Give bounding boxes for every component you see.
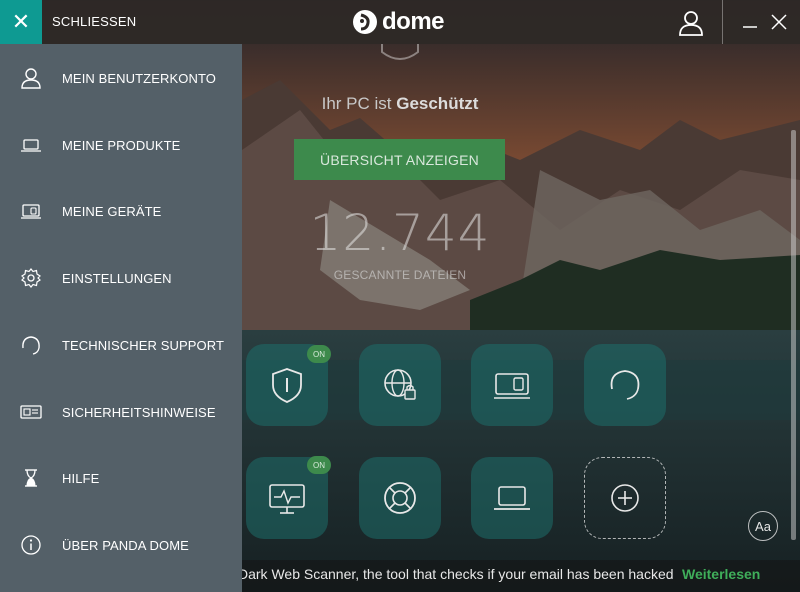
shield-outline-icon [381, 44, 419, 60]
close-icon: ✕ [11, 9, 31, 34]
sidebar-item-label: MEIN BENUTZERKONTO [62, 70, 216, 86]
status-value: Geschützt [396, 94, 479, 113]
gear-icon [21, 268, 41, 288]
window-close-icon[interactable] [770, 12, 788, 32]
support-tile[interactable] [584, 344, 666, 426]
sidebar-item-label: MEINE GERÄTE [62, 203, 162, 219]
panda-dome-logo: dome [352, 8, 445, 36]
headset-icon [22, 336, 40, 355]
shield-icon [272, 368, 302, 403]
scanned-files-count: 12.744 [309, 204, 491, 262]
sidebar-item-label: HILFE [62, 470, 100, 486]
rescue-tile[interactable] [359, 457, 441, 539]
antivirus-on-badge: ON [307, 345, 331, 363]
devices-tile[interactable] [471, 457, 553, 539]
usb-device-icon [494, 373, 530, 399]
sidebar-item-account[interactable]: MEIN BENUTZERKONTO [0, 45, 242, 111]
usb-protection-tile[interactable] [471, 344, 553, 426]
sidebar-item-products[interactable]: MEINE PRODUKTE [0, 112, 242, 178]
close-menu-label[interactable]: SCHLIESSEN [52, 14, 136, 29]
sidebar-item-label: MEINE PRODUKTE [62, 137, 181, 153]
banner-text: Dark Web Scanner, the tool that checks i… [238, 566, 674, 582]
protection-status: Ihr PC ist Geschützt [300, 94, 500, 114]
close-menu-button[interactable]: ✕ [0, 0, 42, 44]
devices-icon [21, 204, 41, 219]
sidebar-item-label: ÜBER PANDA DOME [62, 537, 189, 553]
web-lock-icon [384, 369, 416, 400]
sidebar-item-label: EINSTELLUNGEN [62, 270, 172, 286]
sidebar-item-about[interactable]: ÜBER PANDA DOME [0, 512, 242, 578]
web-protection-tile[interactable] [359, 344, 441, 426]
sidebar-item-settings[interactable]: EINSTELLUNGEN [0, 245, 242, 311]
sidebar-item-devices[interactable]: MEINE GERÄTE [0, 178, 242, 244]
minimize-icon[interactable] [742, 12, 758, 32]
sidebar-item-help[interactable]: HILFE [0, 445, 242, 511]
panda-logo-icon [353, 10, 377, 34]
overview-button[interactable]: ÜBERSICHT ANZEIGEN [294, 139, 505, 180]
font-size-button[interactable]: Aa [748, 511, 778, 541]
lifebuoy-icon [384, 482, 416, 514]
add-feature-tile[interactable] [584, 457, 666, 539]
title-bar-divider [722, 0, 723, 44]
monitor-pulse-icon [269, 484, 305, 514]
sidebar-menu: MEIN BENUTZERKONTO MEINE PRODUKTE MEINE … [0, 44, 242, 592]
user-account-icon[interactable] [678, 10, 704, 36]
add-icon [611, 484, 639, 512]
scanned-files-label: GESCANNTE DATEIEN [333, 268, 467, 282]
read-more-link[interactable]: Weiterlesen [682, 566, 760, 582]
status-prefix: Ihr PC ist [321, 94, 397, 113]
sidebar-item-label: SICHERHEITSHINWEISE [62, 404, 216, 420]
pc-monitor-on-badge: ON [307, 456, 331, 474]
hourglass-icon [25, 469, 37, 487]
headset-icon [610, 370, 640, 400]
sidebar-item-security-news[interactable]: SICHERHEITSHINWEISE [0, 379, 242, 445]
scrollbar[interactable] [791, 130, 796, 540]
info-icon [21, 535, 41, 555]
user-icon [21, 68, 41, 89]
news-icon [20, 405, 42, 419]
sidebar-item-support[interactable]: TECHNISCHER SUPPORT [0, 312, 242, 378]
brand-name: dome [382, 8, 445, 35]
laptop-icon [21, 139, 41, 152]
laptop-icon [494, 486, 530, 510]
sidebar-item-label: TECHNISCHER SUPPORT [62, 337, 225, 353]
